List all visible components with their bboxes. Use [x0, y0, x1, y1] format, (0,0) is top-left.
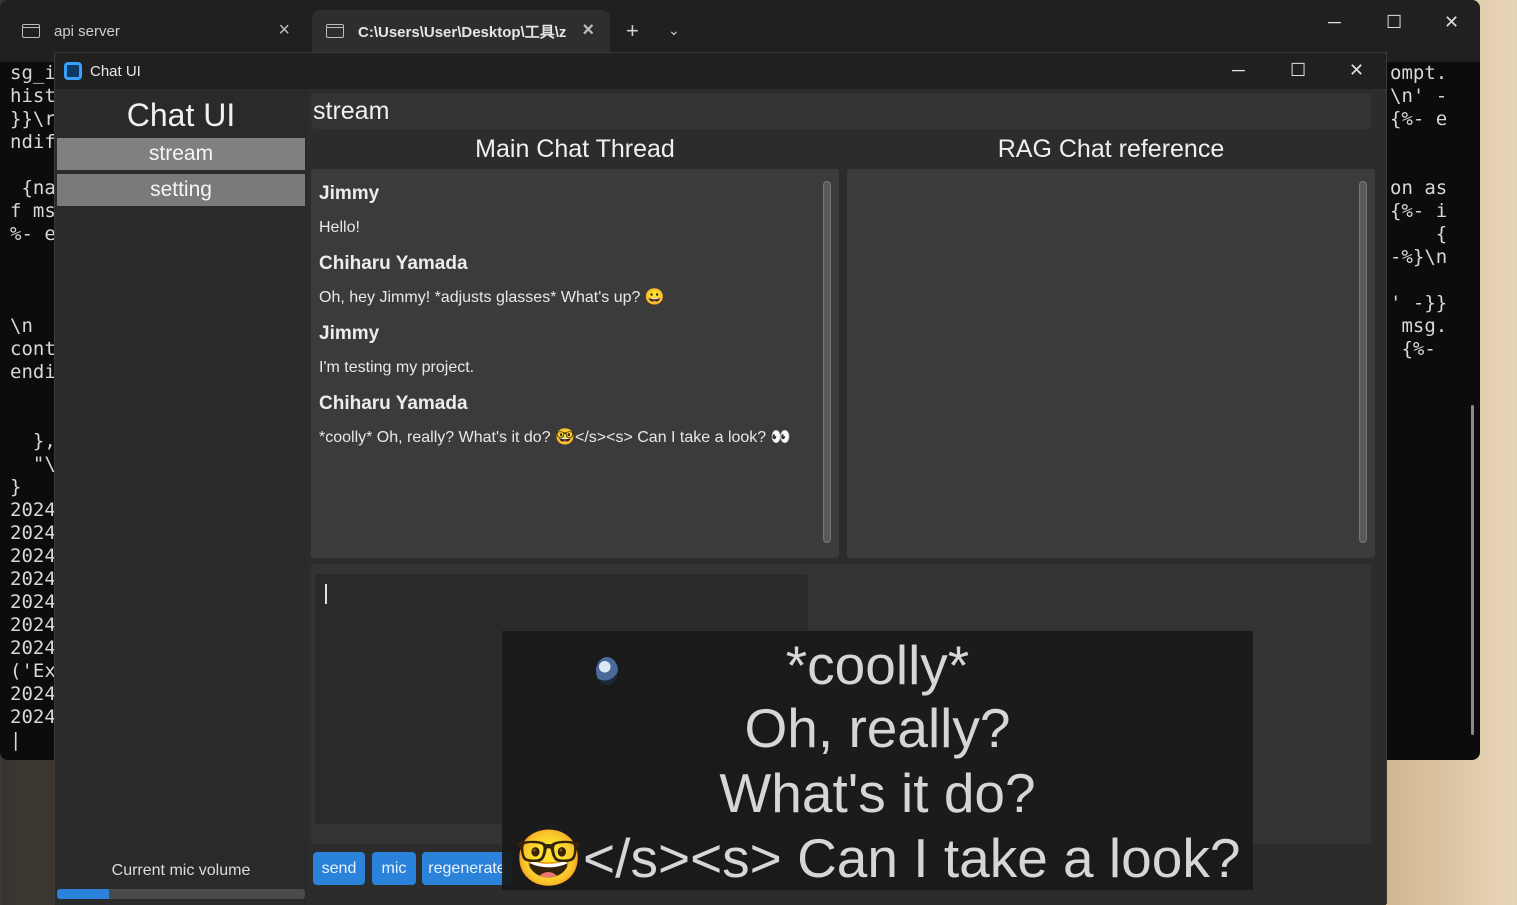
page-header: stream	[311, 93, 1371, 129]
page-title: stream	[313, 97, 390, 125]
terminal-icon	[22, 24, 40, 38]
subtitle-line: 🤓</s><s> Can I take a look?	[514, 827, 1241, 889]
terminal-minimize-button[interactable]: ─	[1328, 12, 1341, 33]
mic-volume-label: Current mic volume	[111, 862, 251, 879]
message-speaker: Chiharu Yamada	[319, 253, 468, 274]
terminal-tab-label: api server	[54, 22, 120, 40]
main-chat-title: Main Chat Thread	[475, 135, 675, 163]
sidebar-title: Chat UI	[126, 97, 236, 133]
title-bar: Chat UI ─ ☐ ✕	[55, 53, 1386, 89]
sidebar: Chat UI stream setting Current mic volum…	[55, 89, 307, 905]
sidebar-item-setting[interactable]: setting	[57, 174, 305, 206]
mic-volume-fill	[57, 889, 110, 899]
subtitle-line: What's it do?	[719, 762, 1036, 824]
terminal-tab-api-server[interactable]: api server ×	[8, 10, 306, 52]
message-speaker: Jimmy	[319, 183, 380, 204]
message-speaker: Jimmy	[319, 323, 380, 344]
terminal-output-right: ompt. \n' - {%- e on as {%- i { -%}\n ' …	[1390, 62, 1448, 360]
message-list: Jimmy Hello! Chiharu Yamada Oh, hey Jimm…	[319, 179, 809, 459]
new-tab-button[interactable]: +	[626, 18, 639, 44]
message-speaker: Chiharu Yamada	[319, 393, 468, 414]
regenerate-button[interactable]: regenerate	[422, 852, 512, 885]
subtitle-line: *coolly*	[785, 634, 970, 696]
window-title: Chat UI	[90, 63, 141, 80]
terminal-output-left: sg_i hist }}\r ndif {na f ms %- e \n con…	[10, 62, 56, 751]
main-chat-scrollbar[interactable]	[823, 181, 831, 543]
close-tab-icon[interactable]: ×	[582, 19, 594, 42]
close-tab-icon[interactable]: ×	[278, 19, 290, 42]
terminal-tab-label: C:\Users\User\Desktop\工具\z	[358, 23, 567, 41]
app-logo-icon	[64, 62, 82, 80]
maximize-button[interactable]: ☐	[1290, 60, 1306, 81]
terminal-tab-path[interactable]: C:\Users\User\Desktop\工具\z ×	[312, 10, 610, 52]
message-text: Hello!	[319, 219, 360, 236]
send-button[interactable]: send	[313, 852, 365, 885]
text-caret	[325, 584, 327, 604]
mic-volume-bar	[57, 889, 305, 899]
rag-chat-title: RAG Chat reference	[997, 135, 1225, 163]
sidebar-item-stream[interactable]: stream	[57, 138, 305, 170]
terminal-scrollbar[interactable]	[1471, 405, 1474, 735]
rag-chat-panel	[847, 169, 1375, 558]
rag-chat-scrollbar[interactable]	[1359, 181, 1367, 543]
minimize-button[interactable]: ─	[1232, 60, 1245, 81]
subtitle-line: Oh, really?	[744, 697, 1011, 759]
subtitle-overlay: *coolly* Oh, really? What's it do? 🤓</s>…	[502, 631, 1253, 890]
cmd-icon	[326, 24, 344, 38]
message-text: I'm testing my project.	[319, 359, 475, 376]
message-text: *coolly* Oh, really? What's it do? 🤓</s>…	[319, 429, 791, 446]
message-text: Oh, hey Jimmy! *adjusts glasses* What's …	[319, 289, 665, 306]
terminal-close-button[interactable]: ✕	[1444, 12, 1459, 33]
terminal-maximize-button[interactable]: ☐	[1386, 12, 1402, 33]
main-chat-panel: Jimmy Hello! Chiharu Yamada Oh, hey Jimm…	[311, 169, 839, 558]
mic-button[interactable]: mic	[372, 852, 416, 885]
tab-dropdown-button[interactable]: ⌄	[668, 22, 680, 39]
close-button[interactable]: ✕	[1349, 60, 1364, 81]
